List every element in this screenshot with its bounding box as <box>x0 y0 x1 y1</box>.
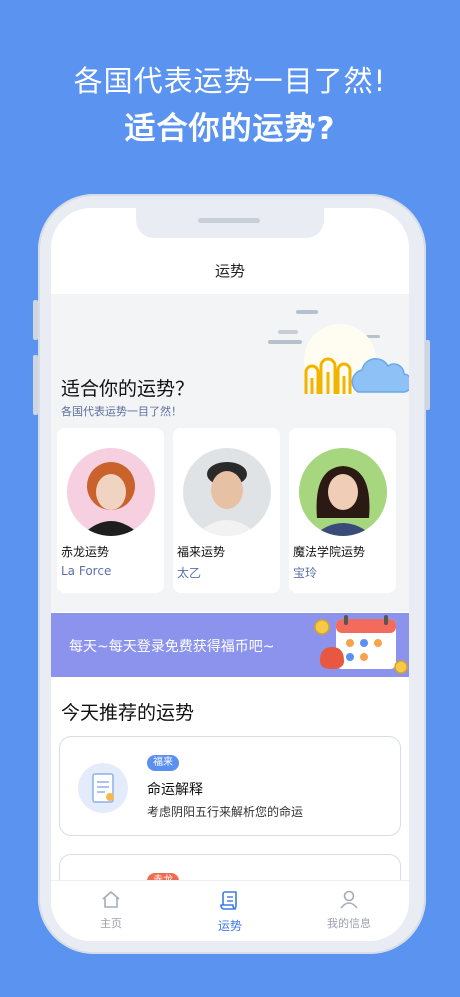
person-portrait-icon <box>313 466 373 536</box>
tab-bar: 主页 运势 我的信息 <box>51 880 409 941</box>
person-portrait-icon <box>195 462 259 536</box>
sun-cloud-illustration <box>268 310 409 396</box>
recommend-card[interactable]: 福来 命运解释 考虑阴阳五行来解析您的命运 <box>59 736 401 836</box>
promo-subheadline: 适合你的运势? <box>124 111 336 147</box>
scroll-document-icon <box>92 773 114 803</box>
tab-fortune[interactable]: 运势 <box>190 889 270 934</box>
fortune-card[interactable]: 赤龙运势 La Force <box>57 428 164 593</box>
card-author: 太乙 <box>177 566 202 580</box>
scroll-icon <box>220 891 237 910</box>
tab-home[interactable]: 主页 <box>71 889 151 931</box>
banner-text: 每天~每天登录免费获得福币吧~ <box>69 639 275 655</box>
app-screen: 运势 适合你的运势？ 各国代表运势一目了然！ 赤龙运势 La Force 福来运… <box>51 208 409 941</box>
tab-label: 我的信息 <box>327 917 371 930</box>
fortune-card[interactable]: 福来运势 太乙 <box>173 428 280 593</box>
calendar-coins-icon <box>314 615 408 674</box>
tab-label: 主页 <box>100 917 122 930</box>
daily-login-banner[interactable]: 每天~每天登录免费获得福币吧~ <box>51 613 409 677</box>
hero-title: 适合你的运势？ <box>61 378 195 400</box>
card-author: La Force <box>61 564 112 578</box>
recommend-description: 考虑阴阳五行来解析您的命运 <box>147 805 304 819</box>
avatar <box>183 448 271 536</box>
tab-label: 运势 <box>217 919 242 933</box>
card-title: 魔法学院运势 <box>293 545 366 559</box>
section-title: 今天推荐的运势 <box>61 702 195 724</box>
speaker <box>198 218 260 223</box>
avatar <box>67 448 155 536</box>
phone-volume-down <box>33 355 38 415</box>
user-icon <box>340 890 358 909</box>
card-title: 福来运势 <box>177 545 226 559</box>
phone-notch <box>136 208 324 238</box>
recommend-icon-bg <box>78 763 128 813</box>
hero-subtitle: 各国代表运势一目了然！ <box>61 405 182 418</box>
nav-title: 运势 <box>214 262 245 280</box>
tab-my-info[interactable]: 我的信息 <box>309 889 389 931</box>
card-author: 宝玲 <box>293 566 318 580</box>
recommend-title: 命运解释 <box>147 782 203 798</box>
fortune-card[interactable]: 魔法学院运势 宝玲 <box>289 428 396 593</box>
promo-headline: 各国代表运势一目了然! <box>73 64 387 98</box>
person-portrait-icon <box>81 462 141 536</box>
phone-volume-up <box>33 300 38 340</box>
avatar <box>299 448 387 536</box>
hero-section: 适合你的运势？ 各国代表运势一目了然！ 赤龙运势 La Force 福来运势 太… <box>51 294 409 612</box>
phone-power-button <box>425 340 430 410</box>
category-tag: 福来 <box>147 755 179 771</box>
home-icon <box>102 891 120 908</box>
card-title: 赤龙运势 <box>61 545 110 559</box>
